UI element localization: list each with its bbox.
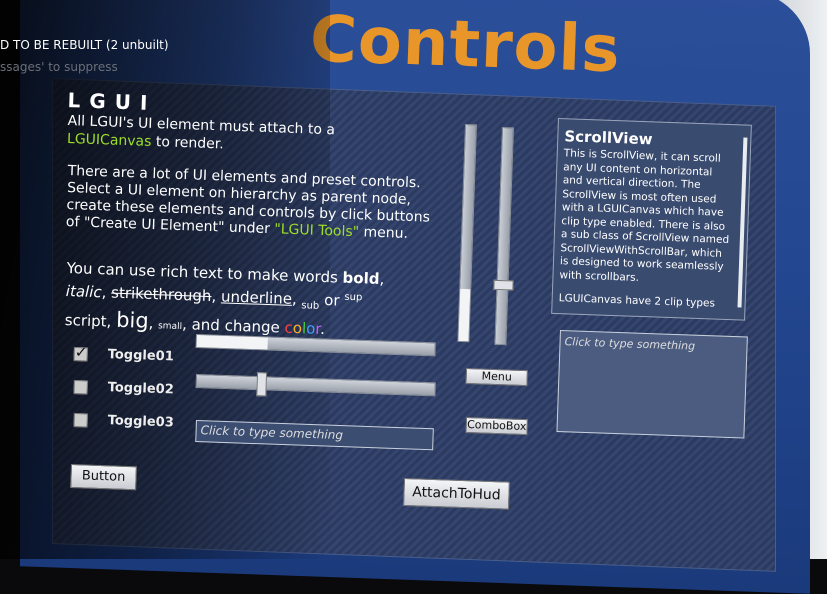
panel-header: LGUI — [67, 88, 157, 116]
intro-end: to render. — [151, 133, 224, 153]
rt-or: or — [319, 290, 345, 310]
toggle-01-label: Toggle01 — [107, 347, 175, 365]
scrollview-scrollbar[interactable] — [737, 137, 748, 308]
toggle-03-label: Toggle03 — [107, 413, 175, 431]
elements-end: menu. — [358, 224, 409, 242]
rt-comma: , — [379, 269, 385, 289]
lguicanvas-text: LGUICanvas — [66, 130, 152, 150]
toggle-01-checkbox[interactable] — [73, 346, 88, 361]
slider-handle[interactable] — [493, 279, 514, 291]
rt-strike: strikethrough — [110, 283, 212, 306]
rt-bold: bold — [342, 268, 380, 288]
scrollview-body: This is ScrollView, it can scroll any UI… — [559, 147, 730, 284]
button[interactable]: Button — [70, 464, 137, 491]
rt-script: script, — [64, 310, 117, 331]
combobox[interactable]: ComboBox — [465, 417, 528, 436]
scrollview[interactable]: ScrollView This is ScrollView, it can sc… — [551, 118, 752, 321]
slider-fill — [458, 289, 471, 342]
menu-button[interactable]: Menu — [465, 368, 528, 387]
rt-big: big — [115, 307, 150, 333]
rt-sup: sup — [344, 291, 363, 304]
lgui-tools-text: "LGUI Tools" — [274, 221, 360, 241]
toggle-03-checkbox[interactable] — [73, 412, 88, 427]
attach-to-hud-button[interactable]: AttachToHud — [403, 478, 510, 510]
rt-underline: underline — [220, 287, 293, 308]
text-area[interactable]: Click to type something — [556, 330, 748, 439]
toggle-02-checkbox[interactable] — [73, 379, 88, 394]
rt-color: color — [284, 319, 320, 338]
scrollview-body-cut: LGUICanvas have 2 clip types — [558, 292, 716, 310]
log-line-1: D TO BE REBUILT (2 unbuilt) — [0, 38, 169, 52]
log-line-2: ssages' to suppress — [0, 60, 118, 74]
rt-italic: italic — [65, 281, 102, 302]
page-title: Controls — [308, 2, 622, 88]
elements-paragraph: There are a lot of UI elements and prese… — [66, 163, 438, 244]
rt-end: . — [319, 319, 326, 339]
toggle-02-label: Toggle02 — [107, 380, 175, 398]
richtext-paragraph: You can use rich text to make words bold… — [64, 258, 426, 346]
slider-handle[interactable] — [256, 372, 268, 397]
rt-small: small — [157, 321, 183, 333]
slider-fill — [196, 335, 269, 350]
rt-sub: sub — [301, 300, 320, 312]
